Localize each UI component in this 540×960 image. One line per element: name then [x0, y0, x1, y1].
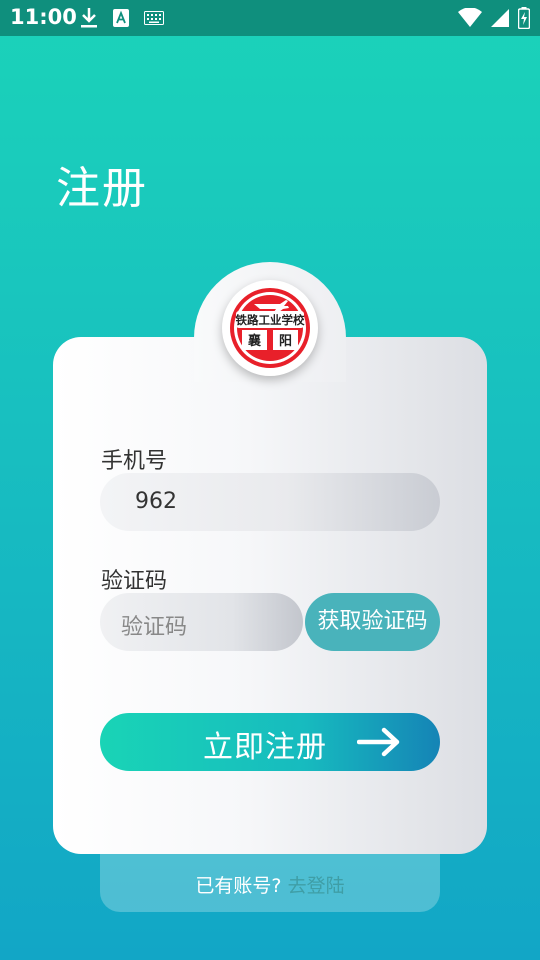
login-prompt: 已有账号? 去登陆	[100, 871, 440, 898]
arrow-right-icon	[357, 727, 400, 757]
wifi-icon	[458, 8, 482, 27]
register-button-label: 立即注册	[203, 730, 327, 765]
phone-label: 手机号	[101, 449, 168, 474]
system-icons	[458, 7, 530, 29]
battery-icon	[518, 7, 530, 29]
signal-icon	[491, 9, 509, 27]
logo-city-left: 襄	[247, 333, 262, 349]
code-label: 验证码	[101, 569, 168, 594]
code-input[interactable]: 验证码	[100, 593, 303, 651]
login-panel: 已有账号? 去登陆	[100, 854, 440, 912]
phone-value: 962	[135, 489, 177, 514]
notification-icons	[80, 7, 164, 29]
logo-school-name: 铁路工业学校	[236, 313, 305, 327]
code-placeholder: 验证码	[121, 615, 188, 640]
keyboard-icon	[144, 11, 164, 25]
login-link[interactable]: 去登陆	[288, 875, 345, 897]
status-bar: 11:00	[0, 0, 540, 36]
register-button[interactable]: 立即注册	[100, 713, 440, 771]
status-time: 11:00	[10, 5, 77, 29]
logo-city-right: 阳	[279, 334, 292, 349]
get-code-button[interactable]: 获取验证码	[305, 593, 440, 651]
school-logo: 铁路工业学校 襄 阳	[222, 280, 318, 376]
page-title: 注册	[56, 163, 148, 214]
have-account-text: 已有账号?	[195, 875, 282, 897]
download-icon	[81, 8, 97, 28]
phone-input[interactable]: 962	[100, 473, 440, 531]
text-input-icon	[113, 9, 129, 27]
